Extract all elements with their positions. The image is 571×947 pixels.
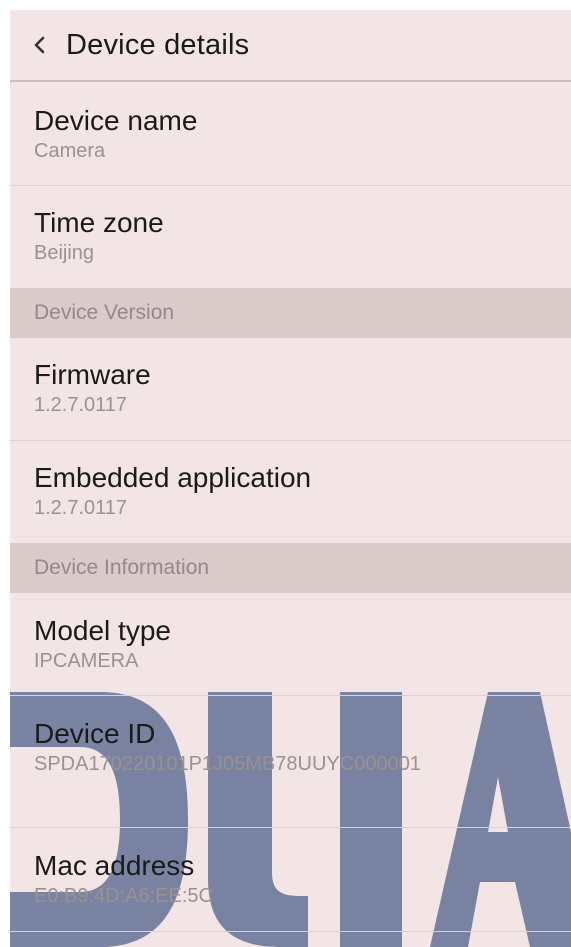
model-type-label: Model type [34, 615, 171, 646]
firmware-row[interactable]: Firmware 1.2.7.0117 [10, 338, 571, 441]
section-header-device-version: Device Version [10, 288, 571, 338]
mac-address-row[interactable]: Mac address E0:B9:4D:A6:EE:5C [10, 828, 571, 932]
device-id-value: SPDA170220101P1J05MB78UUYC000001 [34, 753, 421, 775]
mac-address-label: Mac address [34, 850, 195, 881]
device-name-row[interactable]: Device name Camera [10, 82, 571, 186]
chevron-left-icon[interactable] [32, 36, 66, 54]
device-id-label: Device ID [34, 718, 156, 749]
time-zone-label: Time zone [34, 207, 164, 238]
embedded-application-label: Embedded application [34, 462, 312, 493]
page-title: Device details [66, 28, 250, 61]
mac-address-value: E0:B9:4D:A6:EE:5C [34, 885, 213, 907]
firmware-label: Firmware [34, 359, 151, 390]
section-header-device-information: Device Information [10, 543, 571, 593]
embedded-application-row[interactable]: Embedded application 1.2.7.0117 [10, 441, 571, 543]
model-type-row[interactable]: Model type IPCAMERA [10, 593, 571, 696]
device-id-row[interactable]: Device ID SPDA170220101P1J05MB78UUYC0000… [10, 696, 571, 828]
time-zone-value: Beijing [34, 242, 95, 264]
time-zone-row[interactable]: Time zone Beijing [10, 186, 571, 288]
device-name-value: Camera [34, 140, 106, 162]
model-type-value: IPCAMERA [34, 650, 139, 672]
device-name-label: Device name [34, 105, 198, 136]
firmware-value: 1.2.7.0117 [34, 394, 128, 416]
embedded-application-value: 1.2.7.0117 [34, 497, 128, 519]
device-details-screen: Device details Device name Camera Time z… [10, 10, 571, 947]
header-bar: Device details [10, 10, 571, 82]
